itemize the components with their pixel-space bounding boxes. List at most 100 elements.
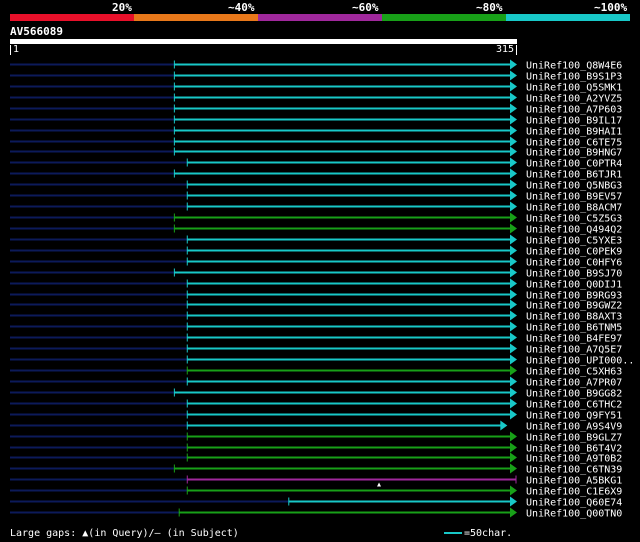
hit-row[interactable]: UniRef100_C1E6X9: [10, 485, 622, 498]
hit-arrow-icon: [510, 223, 517, 234]
hit-label[interactable]: UniRef100_Q60E74: [526, 498, 622, 509]
hit-row[interactable]: UniRef100_UPI000..: [10, 354, 634, 367]
hit-row[interactable]: UniRef100_A5BKG1: [10, 475, 622, 487]
hit-label[interactable]: UniRef100_A7P603: [526, 105, 622, 116]
hit-label[interactable]: UniRef100_A5BKG1: [526, 476, 622, 487]
hit-row[interactable]: UniRef100_Q0DIJ1: [10, 278, 622, 291]
hit-row[interactable]: UniRef100_Q8W4E6: [10, 59, 622, 72]
hit-row[interactable]: UniRef100_C0PTR4: [10, 157, 622, 170]
hit-row[interactable]: UniRef100_B9S1P3: [10, 70, 622, 83]
hit-row[interactable]: UniRef100_B6TJR1: [10, 168, 622, 181]
hit-alignment-graph: UniRef100_Q8W4E6UniRef100_B9S1P3UniRef10…: [10, 59, 634, 520]
hit-arrow-icon: [510, 114, 517, 125]
hit-row[interactable]: UniRef100_C5XH63: [10, 365, 622, 378]
hit-label[interactable]: UniRef100_B9HNG7: [526, 148, 622, 159]
hit-arrow-icon: [510, 387, 517, 398]
hit-row[interactable]: UniRef100_Q494Q2: [10, 223, 622, 236]
hit-label[interactable]: UniRef100_UPI000..: [526, 356, 634, 367]
hit-arrow-icon: [510, 321, 517, 332]
hit-row[interactable]: UniRef100_Q00TN0: [10, 507, 622, 520]
hit-label[interactable]: UniRef100_Q0DIJ1: [526, 280, 622, 291]
hit-row[interactable]: UniRef100_B9GLZ7: [10, 431, 622, 444]
hit-row[interactable]: UniRef100_C6TN39: [10, 463, 622, 476]
hit-row[interactable]: UniRef100_A7P603: [10, 103, 622, 116]
hit-label[interactable]: UniRef100_Q9FY51: [526, 411, 622, 422]
hit-row[interactable]: UniRef100_B9SJ70: [10, 267, 622, 280]
hit-row[interactable]: UniRef100_A7Q5E7: [10, 343, 622, 356]
hit-label[interactable]: UniRef100_C5YXE3: [526, 236, 622, 247]
hit-row[interactable]: UniRef100_B9GG82: [10, 387, 622, 400]
hit-label[interactable]: UniRef100_Q494Q2: [526, 225, 622, 236]
hit-label[interactable]: UniRef100_C0PTR4: [526, 159, 622, 170]
hit-row[interactable]: UniRef100_Q9FY51: [10, 409, 622, 422]
hit-label[interactable]: UniRef100_A9S4V9: [526, 422, 622, 433]
hit-label[interactable]: UniRef100_B9S1P3: [526, 72, 622, 83]
hit-label[interactable]: UniRef100_Q5NBG3: [526, 181, 622, 192]
hit-row[interactable]: UniRef100_C6THC2: [10, 398, 622, 411]
hit-row[interactable]: UniRef100_B9EV57: [10, 190, 622, 203]
hit-arrow-icon: [510, 496, 517, 507]
hit-row[interactable]: UniRef100_A9S4V9: [10, 420, 622, 433]
hit-label[interactable]: UniRef100_C0HFY6: [526, 258, 622, 269]
hit-row[interactable]: UniRef100_B9HAI1: [10, 125, 622, 138]
hit-arrow-icon: [510, 59, 517, 70]
hit-label[interactable]: UniRef100_A7PR07: [526, 378, 622, 389]
hit-row[interactable]: UniRef100_B4FE97: [10, 332, 622, 345]
hit-row[interactable]: UniRef100_C5YXE3: [10, 234, 622, 247]
hit-row[interactable]: UniRef100_C0PEK9: [10, 245, 622, 258]
hit-label[interactable]: UniRef100_Q00TN0: [526, 509, 622, 520]
hit-label[interactable]: UniRef100_C6TN39: [526, 465, 622, 476]
hit-row[interactable]: UniRef100_C5Z5G3: [10, 212, 622, 225]
hit-row[interactable]: UniRef100_A9T0B2: [10, 452, 622, 465]
hit-label[interactable]: UniRef100_A7Q5E7: [526, 345, 622, 356]
hit-label[interactable]: UniRef100_B4FE97: [526, 334, 622, 345]
hit-label[interactable]: UniRef100_B9GWZ2: [526, 301, 622, 312]
hit-arrow-icon: [510, 146, 517, 157]
hit-row[interactable]: UniRef100_B6TNM5: [10, 321, 622, 334]
hit-row[interactable]: UniRef100_A7PR07: [10, 376, 622, 389]
hit-row[interactable]: UniRef100_B8AXT3: [10, 310, 622, 323]
hit-row[interactable]: UniRef100_Q5SMK1: [10, 81, 622, 94]
hit-label[interactable]: UniRef100_B8ACM7: [526, 203, 622, 214]
hit-row[interactable]: UniRef100_B9IL17: [10, 114, 622, 127]
hit-row[interactable]: UniRef100_Q60E74: [10, 496, 622, 509]
hit-label[interactable]: UniRef100_B9IL17: [526, 116, 622, 127]
hit-row[interactable]: UniRef100_B9HNG7: [10, 146, 622, 159]
hit-label[interactable]: UniRef100_B9GG82: [526, 389, 622, 400]
hit-label[interactable]: UniRef100_B8AXT3: [526, 312, 622, 323]
hit-arrow-icon: [510, 136, 517, 147]
hit-row[interactable]: UniRef100_B8ACM7: [10, 201, 622, 214]
hit-arrow-icon: [510, 431, 517, 442]
hit-arrow-icon: [510, 409, 517, 420]
hit-arrow-icon: [510, 256, 517, 267]
hit-label[interactable]: UniRef100_C5XH63: [526, 367, 622, 378]
hit-row[interactable]: UniRef100_A2YVZ5: [10, 92, 622, 105]
hit-label[interactable]: UniRef100_B9HAI1: [526, 127, 622, 138]
hit-label[interactable]: UniRef100_C6THC2: [526, 400, 622, 411]
hit-label[interactable]: UniRef100_B9EV57: [526, 192, 622, 203]
hit-label[interactable]: UniRef100_C1E6X9: [526, 487, 622, 498]
hit-label[interactable]: UniRef100_B9SJ70: [526, 269, 622, 280]
hit-arrow-icon: [510, 234, 517, 245]
hit-label[interactable]: UniRef100_B6TNM5: [526, 323, 622, 334]
scale-text: =50char.: [464, 528, 513, 539]
hit-arrow-icon: [510, 507, 517, 518]
hit-arrow-icon: [510, 267, 517, 278]
hit-label[interactable]: UniRef100_C0PEK9: [526, 247, 622, 258]
hit-label[interactable]: UniRef100_A9T0B2: [526, 454, 622, 465]
hit-label[interactable]: UniRef100_C5Z5G3: [526, 214, 622, 225]
large-gaps-legend: Large gaps: ▲(in Query)/– (in Subject): [10, 528, 239, 539]
hit-arrow-icon: [510, 463, 517, 474]
hit-arrow-icon: [510, 179, 517, 190]
hit-arrow-icon: [510, 332, 517, 343]
hit-row[interactable]: UniRef100_C0HFY6: [10, 256, 622, 269]
hit-label[interactable]: UniRef100_A2YVZ5: [526, 94, 622, 105]
hit-arrow-icon: [510, 125, 517, 136]
hit-label[interactable]: UniRef100_B9GLZ7: [526, 433, 622, 444]
hit-label[interactable]: UniRef100_Q8W4E6: [526, 61, 622, 72]
hit-row[interactable]: UniRef100_Q5NBG3: [10, 179, 622, 192]
hit-row[interactable]: UniRef100_B9GWZ2: [10, 299, 622, 312]
hit-label[interactable]: UniRef100_Q5SMK1: [526, 83, 622, 94]
hit-label[interactable]: UniRef100_B6TJR1: [526, 170, 622, 181]
hit-arrow-icon: [510, 376, 517, 387]
